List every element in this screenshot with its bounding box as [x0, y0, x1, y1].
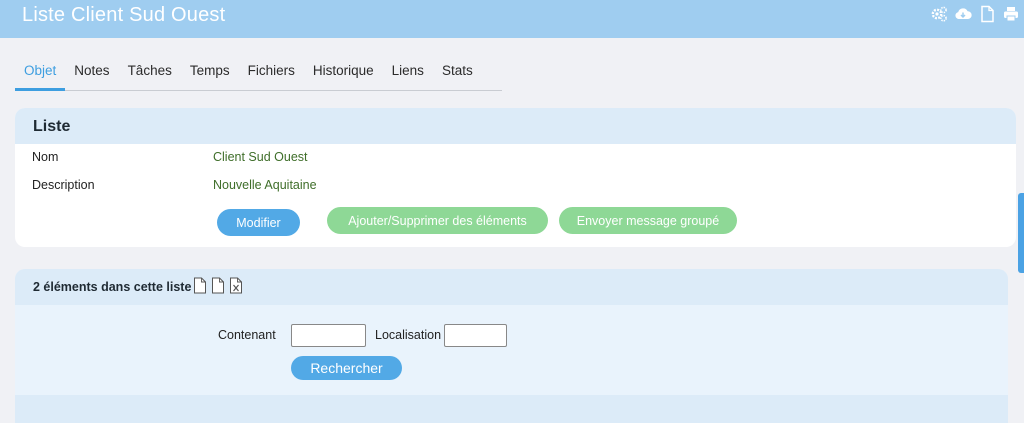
tab-historique[interactable]: Historique	[304, 56, 383, 91]
elements-count-title: 2 éléments dans cette liste	[33, 280, 192, 294]
add-remove-elements-button[interactable]: Ajouter/Supprimer des éléments	[327, 207, 548, 234]
send-group-message-button[interactable]: Envoyer message groupé	[559, 207, 737, 234]
modify-button[interactable]: Modifier	[217, 209, 300, 236]
scrollbar-handle[interactable]	[1018, 193, 1024, 273]
location-label: Localisation	[375, 328, 442, 342]
file-icon[interactable]	[211, 277, 225, 294]
description-value: Nouvelle Aquitaine	[213, 178, 317, 192]
elements-card-footer	[15, 395, 1008, 423]
app-header: Liste Client Sud Ouest	[0, 0, 1024, 38]
export-icons	[193, 277, 243, 294]
cloud-download-icon[interactable]	[954, 5, 972, 23]
location-input[interactable]	[444, 324, 507, 347]
tab-stats[interactable]: Stats	[433, 56, 482, 91]
document-icon[interactable]	[978, 5, 996, 23]
description-label: Description	[32, 178, 95, 192]
containing-label: Contenant	[218, 328, 276, 342]
header-toolbar	[930, 5, 1020, 23]
name-value: Client Sud Ouest	[213, 150, 308, 164]
list-info-card: Liste Nom Client Sud Ouest Description N…	[15, 108, 1016, 247]
excel-file-icon[interactable]	[229, 277, 243, 294]
tab-bar: Objet Notes Tâches Temps Fichiers Histor…	[15, 56, 502, 91]
tab-objet[interactable]: Objet	[15, 56, 66, 91]
page-title: Liste Client Sud Ouest	[22, 4, 226, 26]
list-elements-card: 2 éléments dans cette liste Contenant Lo…	[15, 269, 1008, 423]
tab-notes[interactable]: Notes	[65, 56, 118, 91]
tab-taches[interactable]: Tâches	[119, 56, 181, 91]
list-card-title: Liste	[15, 108, 1016, 144]
elements-card-header: 2 éléments dans cette liste	[15, 269, 1008, 305]
settings-icon[interactable]	[930, 5, 948, 23]
file-icon[interactable]	[193, 277, 207, 294]
name-label: Nom	[32, 150, 59, 164]
search-button[interactable]: Rechercher	[291, 356, 402, 380]
tab-fichiers[interactable]: Fichiers	[239, 56, 304, 91]
print-icon[interactable]	[1002, 5, 1020, 23]
containing-input[interactable]	[291, 324, 366, 347]
tab-temps[interactable]: Temps	[181, 56, 239, 91]
tab-liens[interactable]: Liens	[383, 56, 433, 91]
